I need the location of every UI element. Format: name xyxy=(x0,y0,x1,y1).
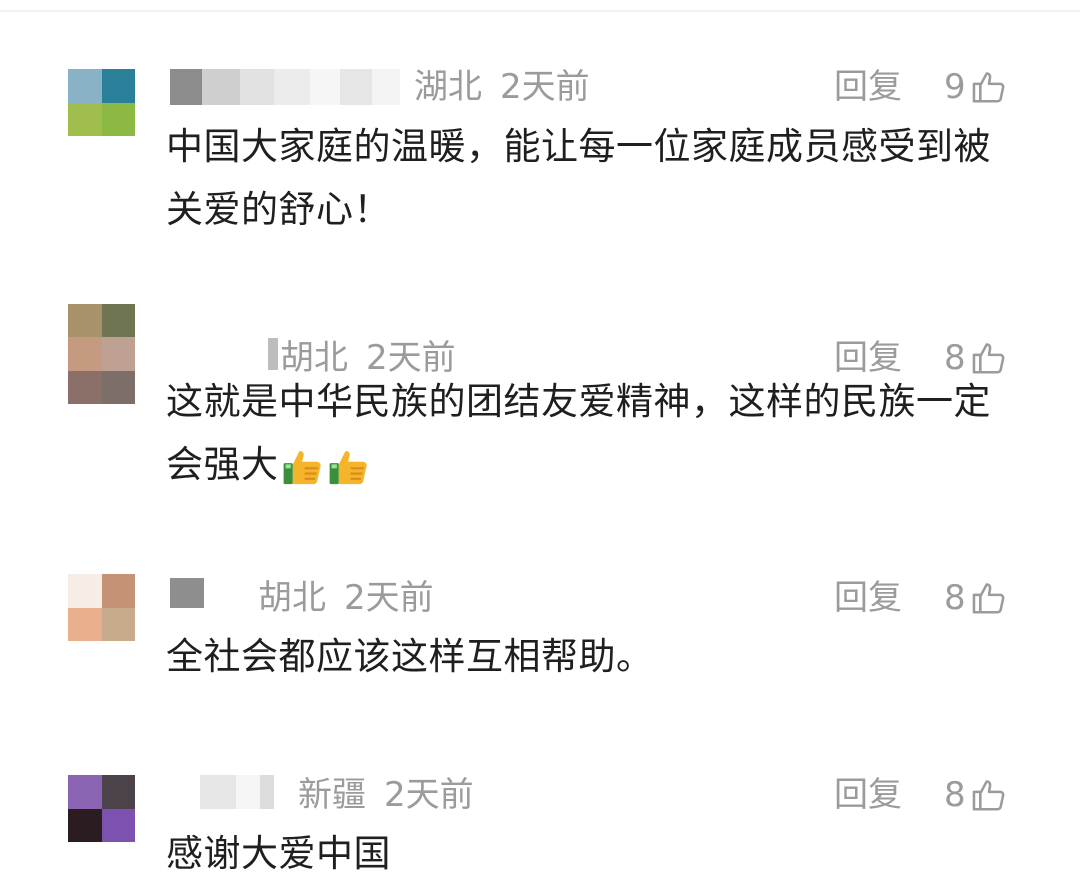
avatar-pixel xyxy=(68,775,102,809)
avatar-pixel xyxy=(101,808,135,842)
like-button[interactable]: 8 xyxy=(944,771,1008,819)
thumbs-up-icon xyxy=(972,72,1005,103)
region-label: 胡北 xyxy=(258,578,326,618)
avatar-pixel xyxy=(101,102,135,136)
blur-block xyxy=(310,69,340,105)
comment-meta: 新疆 2天前 xyxy=(298,771,474,819)
comment-text: 全社会都应该这样互相帮助。 xyxy=(166,635,654,678)
username-blurred[interactable] xyxy=(170,578,204,608)
comment-meta: 湖北 2天前 xyxy=(414,63,590,111)
like-button[interactable]: 8 xyxy=(944,574,1008,622)
thumbs-up-icon xyxy=(972,780,1005,811)
avatar-pixel xyxy=(68,808,102,842)
username-blurred[interactable] xyxy=(268,338,278,370)
comment-text: 感谢大爱中国 xyxy=(166,832,391,875)
avatar-pixel xyxy=(68,370,102,404)
blur-block xyxy=(274,69,310,105)
emoji-group xyxy=(281,446,373,488)
like-count: 8 xyxy=(944,578,966,618)
blur-block xyxy=(372,69,400,105)
like-count: 9 xyxy=(944,67,966,107)
blur-block xyxy=(202,69,240,105)
avatar-pixel xyxy=(101,304,135,338)
avatar-pixel xyxy=(101,574,135,608)
avatar[interactable] xyxy=(68,574,135,641)
blur-block xyxy=(200,775,236,809)
thumbs-up-emoji-icon xyxy=(329,450,367,484)
username-blurred[interactable] xyxy=(200,775,274,809)
time-label: 2天前 xyxy=(500,67,590,107)
blur-block xyxy=(236,775,260,809)
avatar-pixel xyxy=(101,607,135,641)
blur-block xyxy=(268,338,278,370)
like-button[interactable]: 9 xyxy=(944,63,1008,111)
reply-button[interactable]: 回复 xyxy=(834,63,902,111)
comment-meta: 胡北 2天前 xyxy=(258,574,434,622)
avatar-pixel xyxy=(101,337,135,371)
time-label: 2天前 xyxy=(384,775,474,815)
avatar-pixel xyxy=(68,607,102,641)
blur-block xyxy=(170,578,204,608)
thumbs-up-icon xyxy=(972,583,1005,614)
avatar-pixel xyxy=(101,69,135,103)
like-count: 8 xyxy=(944,775,966,815)
thumbs-up-emoji-icon xyxy=(283,450,321,484)
top-divider xyxy=(0,10,1080,12)
avatar-pixel xyxy=(101,775,135,809)
avatar-pixel xyxy=(68,69,102,103)
blur-block xyxy=(260,775,274,809)
blur-block xyxy=(340,69,372,105)
avatar-pixel xyxy=(68,337,102,371)
time-label: 2天前 xyxy=(344,578,434,618)
blur-block xyxy=(170,69,202,105)
username-blurred[interactable] xyxy=(170,69,400,105)
comment-text-block: 这就是中华民族的团结友爱精神，这样的民族一定会强大 xyxy=(166,370,1006,496)
reply-button[interactable]: 回复 xyxy=(834,771,902,819)
region-label: 湖北 xyxy=(414,67,482,107)
avatar[interactable] xyxy=(68,775,135,842)
comment-text: 中国大家庭的温暖，能让每一位家庭成员感受到被关爱的舒心！ xyxy=(166,125,991,231)
avatar[interactable] xyxy=(68,69,135,136)
avatar-pixel xyxy=(68,102,102,136)
avatar-pixel xyxy=(68,574,102,608)
avatar-pixel xyxy=(101,370,135,404)
reply-button[interactable]: 回复 xyxy=(834,574,902,622)
blur-block xyxy=(240,69,274,105)
avatar[interactable] xyxy=(68,304,135,404)
avatar-pixel xyxy=(68,304,102,338)
region-label: 新疆 xyxy=(298,775,366,815)
